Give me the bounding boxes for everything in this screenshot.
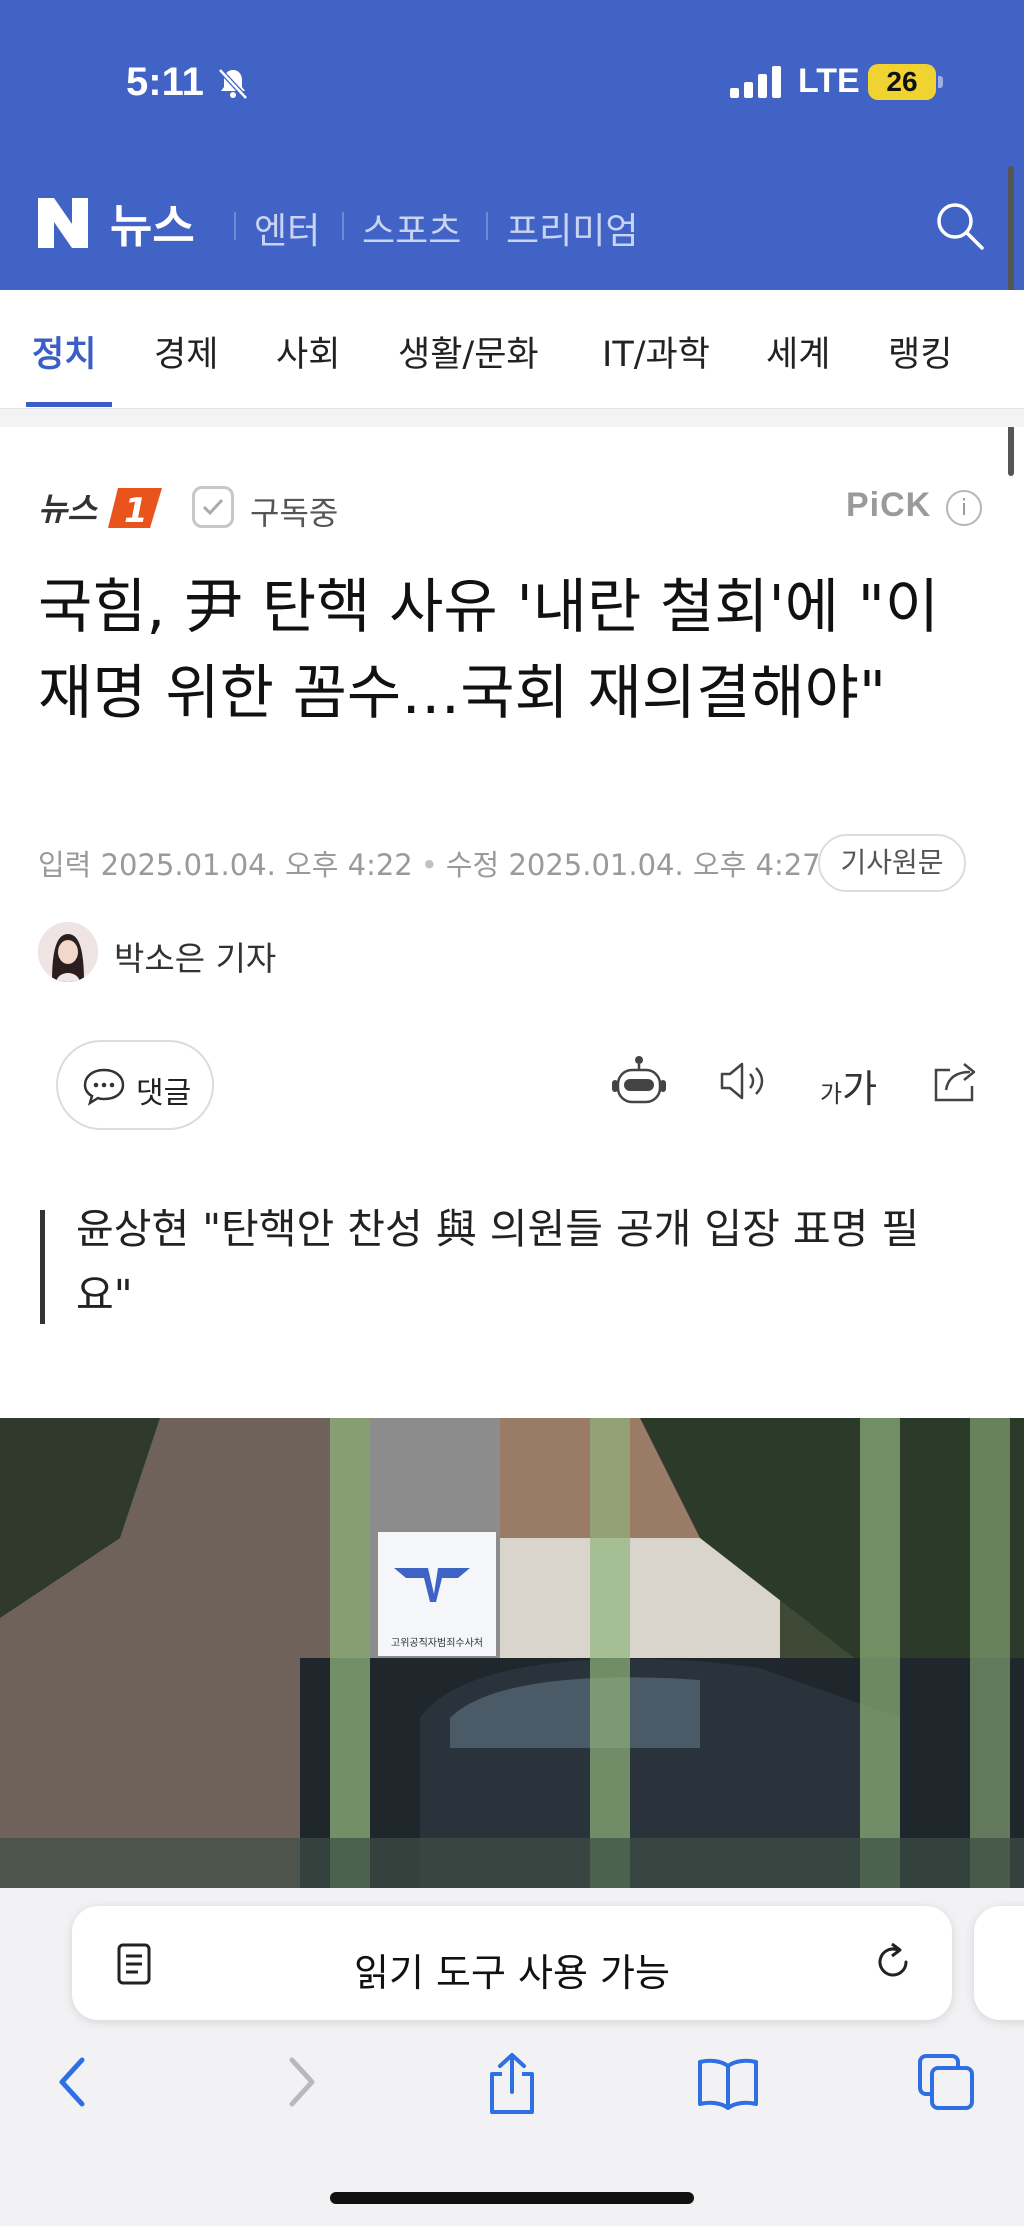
tab-economy[interactable]: 경제 (154, 326, 218, 377)
network-type: LTE (798, 62, 860, 100)
nav-item-enter[interactable]: 엔터 (254, 202, 320, 254)
share-icon[interactable] (930, 1054, 982, 1106)
modified-date: 수정 2025.01.04. 오후 4:27 (445, 848, 821, 882)
speaker-icon[interactable] (716, 1054, 770, 1108)
nav-item-sports[interactable]: 스포츠 (362, 202, 461, 254)
search-icon[interactable] (934, 200, 986, 252)
tab-politics[interactable]: 정치 (32, 326, 96, 377)
tab-world[interactable]: 세계 (766, 326, 830, 377)
forward-icon[interactable] (280, 2052, 320, 2112)
original-article-button[interactable]: 기사원문 (818, 834, 966, 892)
reporter-name[interactable]: 박소은 기자 (114, 932, 276, 980)
avatar[interactable] (38, 922, 98, 982)
quote-bar (40, 1210, 45, 1324)
font-size-button[interactable]: 가가 (820, 1058, 877, 1113)
svg-text:1: 1 (124, 491, 148, 531)
pick-badge: PiCK (846, 486, 932, 524)
article-title: 국힘, 尹 탄핵 사유 '내란 철회'에 "이재명 위한 꼼수…국회 재의결해야… (38, 572, 940, 727)
active-tab-indicator (26, 402, 112, 407)
subscribe-status[interactable]: 구독중 (250, 488, 338, 534)
comment-label: 댓글 (136, 1076, 192, 1111)
tabs-icon[interactable] (916, 2052, 976, 2112)
press-logo-text: 뉴스 (38, 490, 98, 528)
bookmarks-icon[interactable] (696, 2052, 760, 2112)
font-big-glyph: 가 (842, 1067, 878, 1111)
ai-summary-bot-icon[interactable] (610, 1054, 668, 1108)
comment-icon (83, 1068, 125, 1106)
address-bar[interactable]: 읽기 도구 사용 가능 (72, 1906, 952, 2020)
address-bar-text: 읽기 도구 사용 가능 (354, 1951, 670, 1995)
photo-sign-text: 고위공직자범죄수사처 (391, 1636, 483, 1649)
tab-society[interactable]: 사회 (276, 326, 340, 377)
battery-icon (938, 76, 943, 88)
share-sheet-icon[interactable] (484, 2052, 540, 2116)
status-time: 5:11 (126, 60, 204, 104)
signal-icon (730, 66, 781, 98)
tab-ranking[interactable]: 랭킹 (888, 326, 952, 377)
section-divider (0, 409, 1024, 427)
article-dates: 입력 2025.01.04. 오후 4:22 • 수정 2025.01.04. 오후… (38, 848, 821, 882)
published-date: 입력 2025.01.04. 오후 4:22 (38, 848, 413, 882)
nav-separator (234, 212, 236, 240)
info-icon[interactable]: i (946, 490, 982, 526)
article-photo[interactable]: 고위공직자범죄수사처 (0, 1418, 1024, 1888)
tab-life-culture[interactable]: 생활/문화 (398, 326, 539, 377)
comment-button[interactable]: 댓글 (56, 1040, 214, 1130)
article-subheading: 윤상현 "탄핵안 찬성 與 의원들 공개 입장 표명 필요" (76, 1205, 920, 1319)
nav-separator (342, 212, 344, 240)
next-tab-preview[interactable] (974, 1906, 1024, 2020)
tab-it-science[interactable]: IT/과학 (602, 326, 710, 377)
battery-level: 26 (868, 64, 936, 100)
font-small-glyph: 가 (820, 1080, 843, 1108)
category-tabs: 정치 경제 사회 생활/문화 IT/과학 세계 랭킹 (0, 290, 1024, 409)
app-header: 5:11 LTE 26 뉴스 엔터 스포츠 프리미엄 (0, 0, 1024, 290)
subscribe-check-icon[interactable] (192, 486, 234, 528)
reload-icon[interactable] (872, 1940, 916, 1984)
naver-n-logo-icon[interactable] (36, 196, 90, 250)
press-logo[interactable]: 뉴스 1 (38, 484, 166, 532)
nav-item-premium[interactable]: 프리미엄 (506, 202, 638, 254)
home-indicator (330, 2192, 694, 2204)
bell-muted-icon (218, 68, 248, 100)
nav-separator (486, 212, 488, 240)
news-logo-text[interactable]: 뉴스 (110, 190, 195, 256)
back-icon[interactable] (54, 2052, 94, 2112)
